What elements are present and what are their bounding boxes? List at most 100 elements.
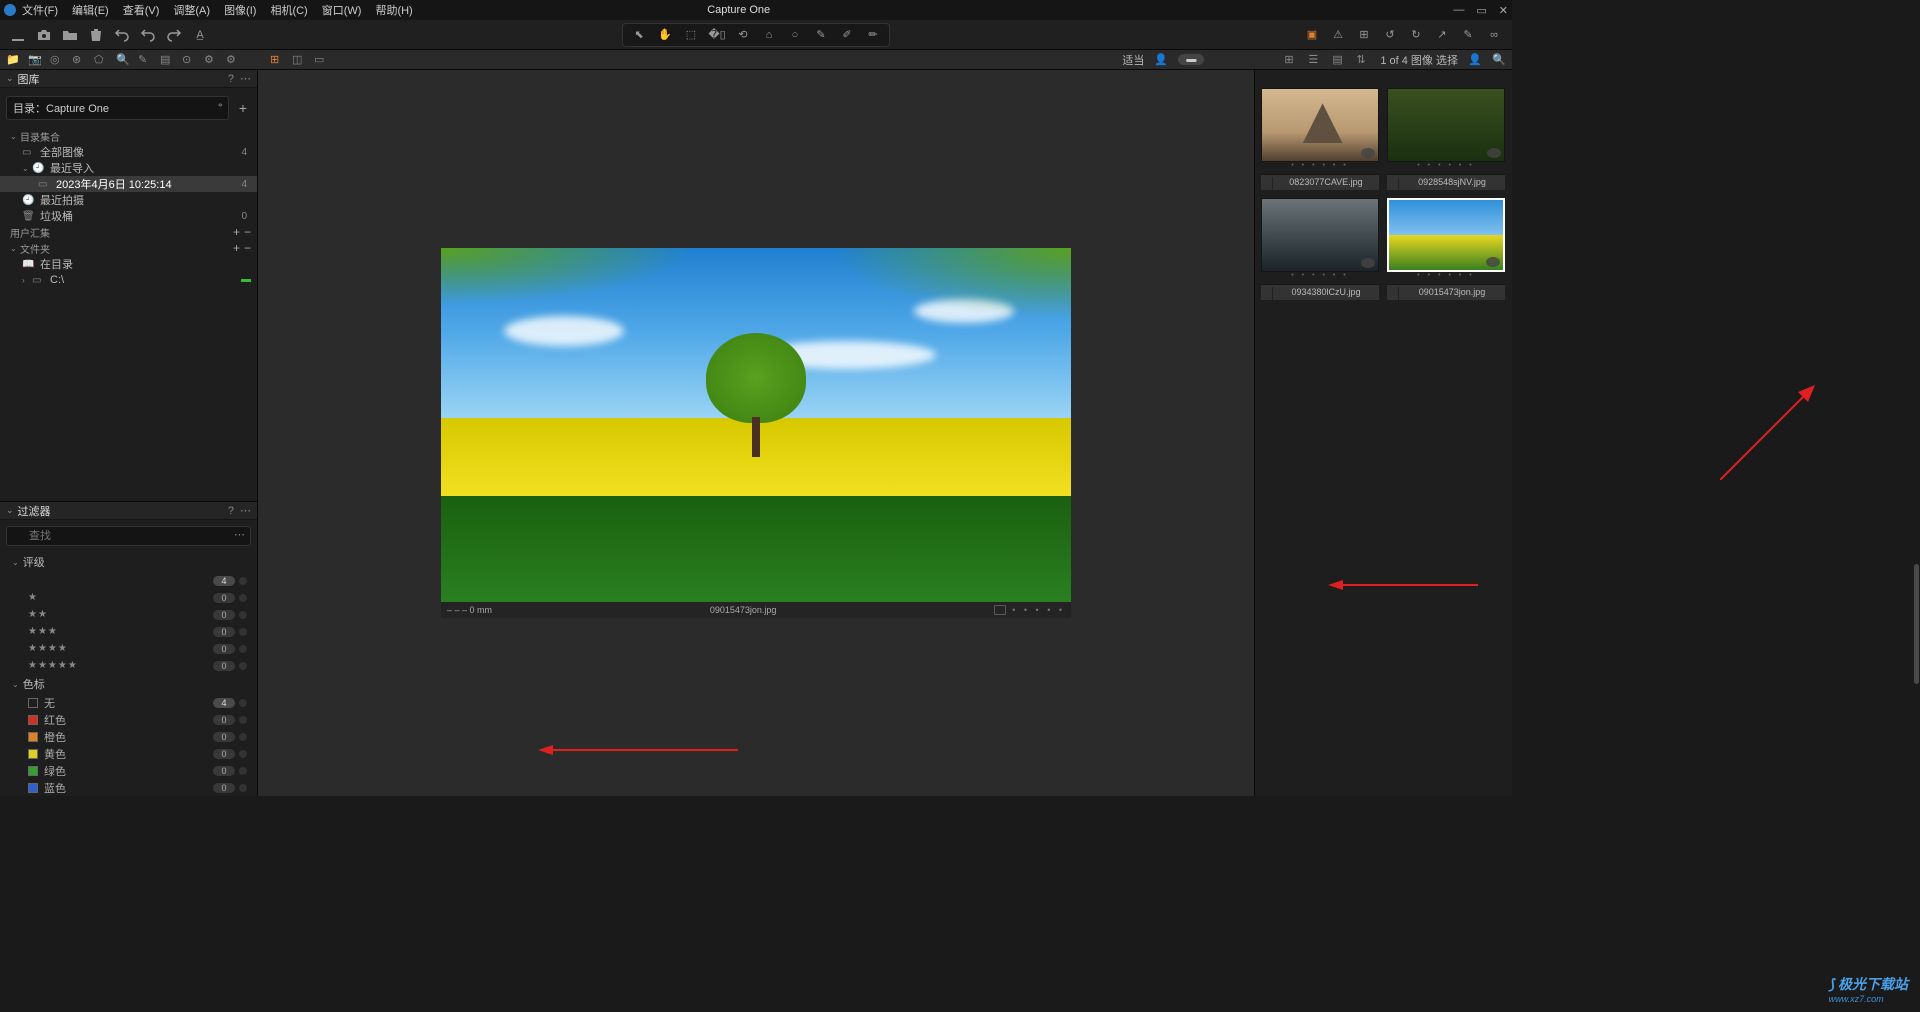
rating-filter-row[interactable]: ★0 (0, 589, 257, 606)
search-icon[interactable]: 🔍 (1492, 53, 1506, 67)
tree-all-images[interactable]: ▭全部图像4 (0, 144, 257, 160)
thumb-rating-dots[interactable]: • • • • • • (1387, 272, 1505, 284)
color-toggle[interactable] (239, 733, 247, 741)
caption-rating-dots[interactable]: • • • • • (1012, 605, 1065, 615)
tree-folders-header[interactable]: ⌄文件夹+− (0, 240, 257, 256)
view-split1-icon[interactable]: ◫ (292, 53, 306, 67)
tree-user-collections[interactable]: 用户汇集+− (0, 224, 257, 240)
folder-open-icon[interactable] (62, 27, 78, 43)
menu-window[interactable]: 窗口(W) (322, 2, 362, 18)
filter-panel-header[interactable]: ⌄ 过滤器 ? ⋯ (0, 502, 257, 520)
tree-in-catalog[interactable]: 📖在目录 (0, 256, 257, 272)
multiview-icon[interactable]: ▣ (1304, 27, 1320, 43)
remove-folder-button[interactable]: − (244, 241, 251, 255)
panel-help-icon[interactable]: ? (228, 73, 234, 85)
person-icon[interactable]: 👤 (1154, 53, 1168, 67)
maximize-button[interactable]: ▭ (1476, 4, 1486, 17)
thumbnail[interactable]: • • • • • •0928548sjNV.jpg (1387, 88, 1505, 190)
rating-toggle[interactable] (239, 594, 247, 602)
color-toggle[interactable] (239, 699, 247, 707)
eraser-tool-icon[interactable]: ✐ (839, 27, 855, 43)
rating-group-header[interactable]: ⌄评级 (0, 552, 257, 572)
color-tab-icon[interactable]: ⊛ (72, 53, 86, 67)
add-folder-button[interactable]: + (233, 241, 240, 255)
batch-tab-icon[interactable]: ⚙ (204, 53, 218, 67)
color-toggle[interactable] (239, 767, 247, 775)
zoom-pill[interactable]: ▬ (1178, 54, 1204, 65)
trash-icon[interactable] (88, 27, 104, 43)
color-filter-row[interactable]: 橙色0 (0, 728, 257, 745)
remove-collection-button[interactable]: − (244, 225, 251, 239)
tree-recent-import[interactable]: ⌄🕘最近导入 (0, 160, 257, 176)
catalog-selector[interactable]: 目录：Capture One (6, 96, 229, 120)
main-image-preview[interactable] (441, 248, 1071, 602)
caption-color-tag[interactable] (994, 605, 1006, 615)
thumb-color-tag[interactable] (1261, 177, 1273, 190)
redo-icon[interactable] (166, 27, 182, 43)
rating-toggle[interactable] (239, 628, 247, 636)
view-split2-icon[interactable]: ▭ (314, 53, 328, 67)
rating-filter-row[interactable]: ★★★0 (0, 623, 257, 640)
panel-menu-icon[interactable]: ⋯ (240, 72, 251, 85)
hand-tool-icon[interactable]: ✋ (657, 27, 673, 43)
spot-tool-icon[interactable]: ○ (787, 27, 803, 43)
thumb-color-tag[interactable] (1387, 177, 1399, 190)
camera-icon[interactable] (36, 27, 52, 43)
thumb-rating-dots[interactable]: • • • • • • (1261, 272, 1379, 284)
brush-tool-icon[interactable]: ✎ (813, 27, 829, 43)
loupe-tool-icon[interactable]: ⬚ (683, 27, 699, 43)
filter-menu-icon[interactable]: ⋯ (240, 504, 251, 517)
view-grid-icon[interactable]: ⊞ (270, 53, 284, 67)
color-filter-row[interactable]: 蓝色0 (0, 779, 257, 796)
grid-icon[interactable]: ⊞ (1356, 27, 1372, 43)
color-filter-row[interactable]: 黄色0 (0, 745, 257, 762)
gradient-tool-icon[interactable]: ✏ (865, 27, 881, 43)
library-tab-icon[interactable]: 📁 (6, 53, 20, 67)
filter-help-icon[interactable]: ? (228, 505, 234, 517)
browser-filmstrip-icon[interactable]: ▤ (1332, 53, 1346, 67)
rating-toggle[interactable] (239, 645, 247, 653)
thumbnail[interactable]: • • • • • •0934380lCzU.jpg (1261, 198, 1379, 300)
sort-icon[interactable]: ⇅ (1356, 53, 1370, 67)
keystone-tool-icon[interactable]: ⌂ (761, 27, 777, 43)
menu-camera[interactable]: 相机(C) (270, 2, 307, 18)
rotate-ccw-icon[interactable]: ↺ (1382, 27, 1398, 43)
select-tool-icon[interactable]: ⬉ (631, 27, 647, 43)
undo-icon[interactable] (114, 27, 130, 43)
thumbnail[interactable]: • • • • • •0823077CAVE.jpg (1261, 88, 1379, 190)
rating-filter-row[interactable]: ★★0 (0, 606, 257, 623)
color-group-header[interactable]: ⌄色标 (0, 674, 257, 694)
color-filter-row[interactable]: 无4 (0, 694, 257, 711)
color-toggle[interactable] (239, 750, 247, 758)
tree-drive-c[interactable]: ›▭C:\ (0, 272, 257, 288)
minimize-button[interactable]: — (1453, 4, 1464, 17)
tree-trash[interactable]: 🗑垃圾桶0 (0, 208, 257, 224)
color-filter-row[interactable]: 绿色0 (0, 762, 257, 779)
menu-view[interactable]: 查看(V) (123, 2, 160, 18)
crop-tool-icon[interactable]: �▯ (709, 27, 725, 43)
exposure-tab-icon[interactable]: ⬠ (94, 53, 108, 67)
import-icon[interactable] (10, 27, 26, 43)
rating-filter-row[interactable]: ★★★★0 (0, 640, 257, 657)
adjust-tab-icon[interactable]: ✎ (138, 53, 152, 67)
library-panel-header[interactable]: ⌄ 图库 ? ⋯ (0, 70, 257, 88)
rotate-tool-icon[interactable]: ⟲ (735, 27, 751, 43)
color-filter-row[interactable]: 红色0 (0, 711, 257, 728)
tree-collection-header[interactable]: ⌄目录集合 (0, 128, 257, 144)
rating-toggle[interactable] (239, 577, 247, 585)
thumbnail[interactable]: • • • • • •09015473jon.jpg (1387, 198, 1505, 300)
browser-grid-icon[interactable]: ⊞ (1284, 53, 1298, 67)
thumb-rating-dots[interactable]: • • • • • • (1261, 162, 1379, 174)
output-tab-icon[interactable]: ⊙ (182, 53, 196, 67)
lens-tab-icon[interactable]: ◎ (50, 53, 64, 67)
rating-filter-row[interactable]: 4 (0, 572, 257, 589)
color-toggle[interactable] (239, 784, 247, 792)
undo2-icon[interactable] (140, 27, 156, 43)
settings-tab-icon[interactable]: ⚙ (226, 53, 240, 67)
rating-filter-row[interactable]: ★★★★★0 (0, 657, 257, 674)
warning-icon[interactable]: ⚠ (1330, 27, 1346, 43)
tree-import-session[interactable]: ▭2023年4月6日 10:25:144 (0, 176, 257, 192)
rating-toggle[interactable] (239, 662, 247, 670)
catalog-add-button[interactable]: + (235, 100, 251, 116)
focus-icon[interactable]: ∞ (1486, 27, 1502, 43)
